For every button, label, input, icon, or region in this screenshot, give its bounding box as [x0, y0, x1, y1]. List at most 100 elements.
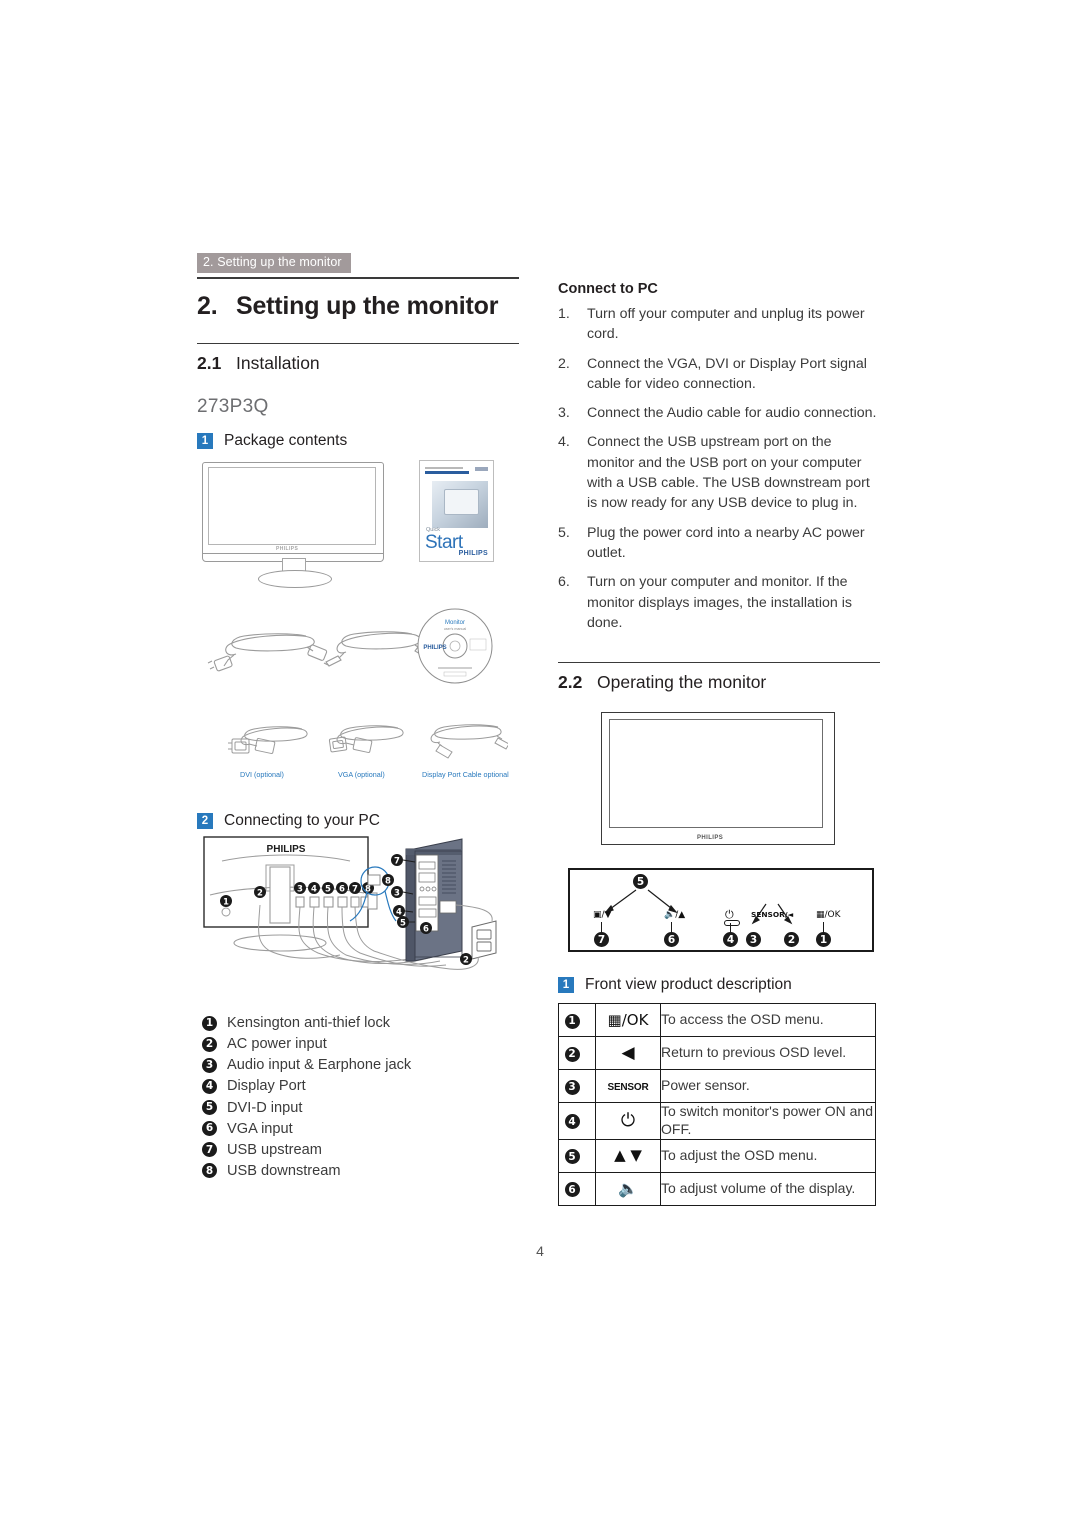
section-title: Installation — [236, 353, 320, 374]
svg-text:5: 5 — [325, 884, 331, 894]
step-number: 3. — [558, 405, 570, 422]
front-screen — [609, 719, 823, 828]
vga-cable-illustration — [328, 725, 404, 753]
svg-text:user's manual: user's manual — [444, 627, 466, 631]
panel-callout-2: 2 — [784, 932, 799, 947]
row-number: 2 — [564, 1046, 580, 1062]
row-icon-cell: SENSOR — [595, 1069, 661, 1103]
connecting-heading: 2 Connecting to your PC — [197, 812, 519, 830]
row-number: 4 — [564, 1114, 580, 1130]
legend-label: Kensington anti-thief lock — [227, 1015, 391, 1031]
panel-callout-4: 4 — [723, 932, 738, 947]
row-icon-cell: ◀ — [595, 1036, 661, 1070]
step-text: Turn off your computer and unplug its po… — [587, 306, 865, 343]
legend-label: DVI-D input — [227, 1099, 303, 1116]
step-text: Plug the power cord into a nearby AC pow… — [587, 524, 865, 561]
front-brand-mark: PHILIPS — [697, 835, 724, 841]
dvi-cable-label: DVI (optional) — [240, 770, 284, 779]
monitor-illustration: PHILIPS — [202, 462, 386, 588]
step-item: 4. Connect the USB upstream port on the m… — [558, 432, 880, 513]
model-name: 273P3Q — [197, 396, 269, 418]
step-text: Connect the VGA, DVI or Display Port sig… — [587, 355, 867, 392]
legend-item: 3 Audio input & Earphone jack — [202, 1055, 524, 1075]
power-led-indicator — [724, 920, 740, 926]
badge-1: 1 — [197, 433, 213, 450]
guide-cover-photo — [432, 481, 488, 528]
table-row: 4 ⏻ To switch monitor's power ON and OFF… — [558, 1102, 876, 1140]
step-item: 5. Plug the power cord into a nearby AC p… — [558, 523, 880, 564]
row-desc: To access the OSD menu. — [660, 1003, 876, 1037]
up-down-triangles-icon: ▲ ▼ — [614, 1146, 642, 1165]
monitor-base — [258, 570, 332, 588]
panel-label-6: 🔈/▲ — [664, 910, 685, 920]
right-column: Connect to PC 1. Turn off your computer a… — [558, 281, 880, 642]
svg-text:4: 4 — [396, 907, 402, 917]
svg-text:Monitor: Monitor — [445, 620, 465, 626]
legend-number: 1 — [202, 1015, 217, 1031]
legend-number: 2 — [202, 1036, 217, 1052]
legend-number: 5 — [202, 1100, 217, 1116]
panel-callout-1: 1 — [816, 932, 831, 947]
row-number-cell: 3 — [558, 1069, 596, 1103]
section-number: 2.1 — [197, 353, 222, 374]
legend-item: 1 Kensington anti-thief lock — [202, 1013, 524, 1033]
displayport-cable-illustration — [430, 724, 508, 759]
legend-number: 7 — [202, 1142, 217, 1158]
legend-number: 6 — [202, 1121, 217, 1137]
svg-text:3: 3 — [297, 884, 303, 894]
quick-start-guide-illustration: Quick Start PHILIPS — [419, 460, 494, 562]
legend-number: 8 — [202, 1163, 217, 1179]
guide-brand-logo: PHILIPS — [458, 550, 488, 557]
step-number: 4. — [558, 434, 570, 451]
step-number: 1. — [558, 306, 570, 322]
legend-label: USB upstream — [227, 1141, 322, 1158]
svg-text:2: 2 — [463, 955, 469, 965]
legend-label: USB downstream — [227, 1162, 341, 1179]
guide-start-label: Start — [425, 532, 463, 553]
svg-text:PHILIPS: PHILIPS — [423, 645, 446, 651]
step-text: Connect the USB upstream port on the mon… — [587, 434, 870, 512]
row-desc: Return to previous OSD level. — [660, 1036, 876, 1070]
row-number-cell: 2 — [558, 1036, 596, 1070]
panel-label-7-text: /▼ — [601, 910, 612, 920]
section-heading-operating: 2.2 Operating the monitor — [558, 663, 880, 693]
row-icon-cell: ⏻ — [595, 1102, 661, 1140]
power-cable-illustration — [207, 633, 328, 672]
vga-cable-label: VGA (optional) — [338, 770, 385, 779]
row-number: 1 — [564, 1013, 580, 1029]
row-number-cell: 1 — [558, 1003, 596, 1037]
step-item: 6. Turn on your computer and monitor. If … — [558, 572, 880, 633]
svg-text:1: 1 — [223, 897, 229, 907]
legend-item: 4 Display Port — [202, 1076, 524, 1096]
row-number-cell: 5 — [558, 1138, 596, 1173]
legend-label: Audio input & Earphone jack — [227, 1057, 412, 1074]
panel-label-6-text: /▲ — [675, 910, 686, 920]
header-rule — [197, 277, 519, 279]
step-item: 3. Connect the Audio cable for audio conn… — [558, 403, 880, 423]
step-text: Turn on your computer and monitor. If th… — [587, 574, 852, 631]
svg-text:PHILIPS: PHILIPS — [267, 844, 306, 855]
section-heading-installation: 2.1 Installation — [197, 344, 519, 374]
step-number: 6. — [558, 574, 570, 591]
row-number: 6 — [564, 1182, 580, 1198]
panel-callout-7: 7 — [594, 932, 609, 947]
left-column: 2. Setting up the monitor 2.1 Installati… — [197, 286, 519, 450]
svg-text:7: 7 — [352, 884, 358, 894]
row-desc: To switch monitor's power ON and OFF. — [660, 1102, 876, 1140]
step-item: 1. Turn off your computer and unplug its … — [558, 304, 880, 345]
svg-text:6: 6 — [423, 924, 429, 934]
chapter-number: 2. — [197, 292, 218, 320]
legend-label: Display Port — [227, 1078, 306, 1095]
legend-label: VGA input — [227, 1120, 293, 1137]
guide-subhead-line — [425, 471, 469, 474]
dvi-cable-illustration — [228, 726, 308, 754]
step-item: 2. Connect the VGA, DVI or Display Port s… — [558, 354, 880, 395]
svg-text:5: 5 — [400, 918, 406, 928]
monitor-brand-mark: PHILIPS — [276, 546, 299, 552]
table-row: 5 ▲ ▼ To adjust the OSD menu. — [558, 1138, 876, 1173]
row-desc: Power sensor. — [660, 1069, 876, 1103]
row-icon-text: /OK — [621, 1010, 649, 1029]
connect-to-pc-heading: Connect to PC — [558, 281, 658, 297]
step-number: 5. — [558, 524, 570, 541]
running-header: 2. Setting up the monitor — [197, 253, 351, 273]
